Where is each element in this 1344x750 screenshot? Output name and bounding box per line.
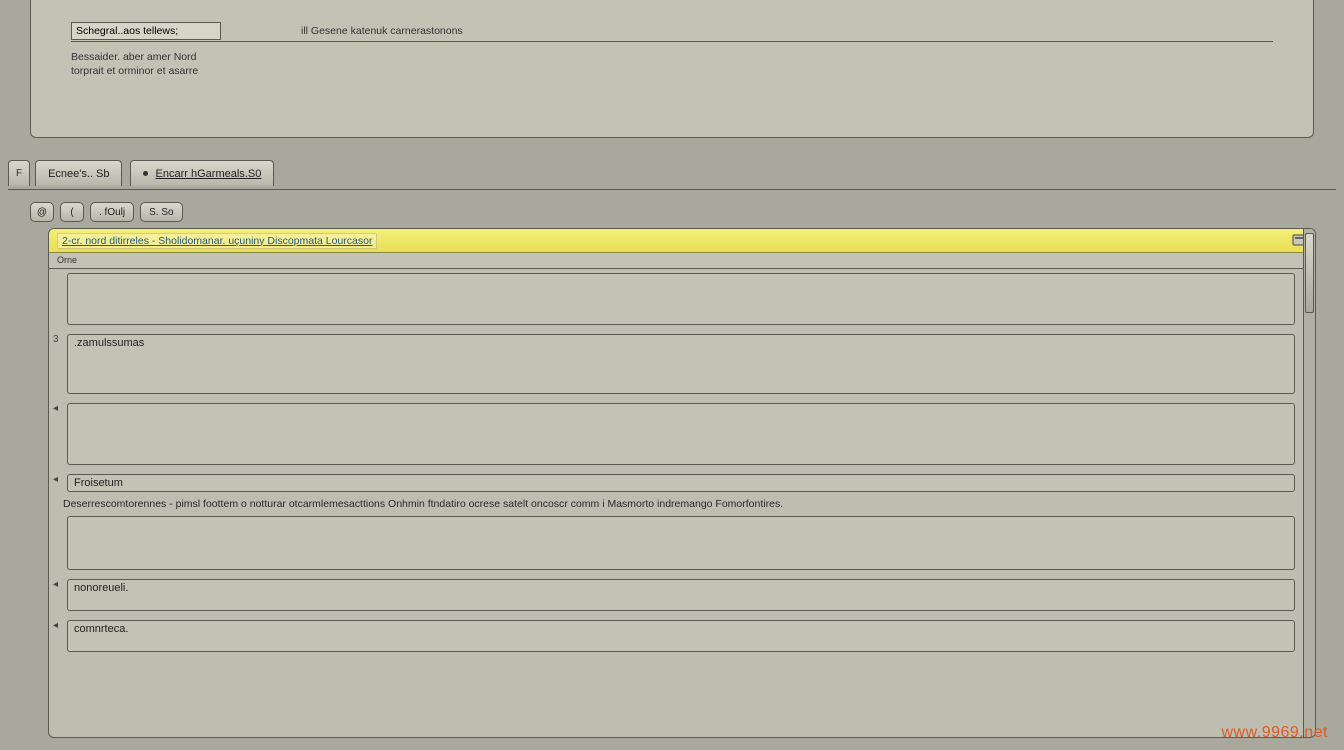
- info-bar: 2-cr. nord ditirreles - Sholidomanar. uç…: [49, 229, 1315, 253]
- sub-toolbar: @ ( . fOulj S. So: [30, 200, 183, 224]
- field-6-textarea[interactable]: [67, 579, 1295, 611]
- field-3-handle-icon: ◂: [53, 403, 63, 413]
- top-row1-desc: ill Gesene katenuk carnerastonons: [301, 25, 463, 37]
- field-2-handle: 3: [53, 334, 63, 344]
- top-panel: ill Gesene katenuk carnerastonons Bessai…: [30, 0, 1314, 138]
- field-4-wrap: ◂: [67, 474, 1295, 495]
- field-4-description: Deserrescomtorennes - pimsl foottem o no…: [63, 497, 1295, 512]
- schema-name-input[interactable]: [71, 22, 221, 40]
- field-4-handle-icon: ◂: [53, 474, 63, 484]
- info-subline: Orne: [49, 253, 1315, 269]
- field-6-handle-icon: ◂: [53, 579, 63, 589]
- tab-2[interactable]: Encarr hGarmeals.S0: [130, 160, 275, 186]
- field-3-textarea[interactable]: [67, 403, 1295, 465]
- vertical-scrollbar[interactable]: [1303, 229, 1315, 737]
- field-5-wrap: [67, 516, 1295, 573]
- tab-mini-1[interactable]: F: [8, 160, 30, 186]
- tab-1[interactable]: Ecnee's.. Sb: [35, 160, 122, 186]
- field-3-wrap: ◂: [67, 403, 1295, 468]
- field-2-wrap: 3: [67, 334, 1295, 397]
- tab-2-label: Encarr hGarmeals.S0: [156, 168, 262, 180]
- subbar-btn-3[interactable]: . fOulj: [90, 202, 134, 222]
- top-line-2a: Bessaider. aber amer Nord: [71, 50, 1273, 64]
- field-1-textarea[interactable]: [67, 273, 1295, 325]
- tab-2-dot-icon: [143, 171, 148, 176]
- scrollbar-thumb[interactable]: [1305, 233, 1314, 313]
- field-7-wrap: ◂: [67, 620, 1295, 655]
- tab-1-label: Ecnee's.. Sb: [48, 168, 109, 180]
- field-1-wrap: [67, 273, 1295, 328]
- top-line-2b: torprait et orminor et asarre: [71, 64, 1273, 78]
- info-bar-link[interactable]: 2-cr. nord ditirreles - Sholidomanar. uç…: [57, 233, 377, 249]
- editor-tab-strip: F Ecnee's.. Sb Encarr hGarmeals.S0: [8, 160, 1336, 190]
- subbar-btn-2[interactable]: (: [60, 202, 84, 222]
- watermark: www.9969.net: [1221, 724, 1328, 742]
- top-row-1: ill Gesene katenuk carnerastonons: [71, 26, 1273, 42]
- top-row-2: Bessaider. aber amer Nord torprait et or…: [71, 50, 1273, 78]
- field-7-textarea[interactable]: [67, 620, 1295, 652]
- field-4-textarea[interactable]: [67, 474, 1295, 492]
- main-panel: 2-cr. nord ditirreles - Sholidomanar. uç…: [48, 228, 1316, 738]
- field-2-textarea[interactable]: [67, 334, 1295, 394]
- field-5-textarea[interactable]: [67, 516, 1295, 570]
- field-7-handle-icon: ◂: [53, 620, 63, 630]
- content-body: 3 ◂ ◂ Deserrescomtorennes - pimsl footte…: [49, 269, 1303, 737]
- field-6-wrap: ◂: [67, 579, 1295, 614]
- subbar-btn-1[interactable]: @: [30, 202, 54, 222]
- subbar-btn-4[interactable]: S. So: [140, 202, 182, 222]
